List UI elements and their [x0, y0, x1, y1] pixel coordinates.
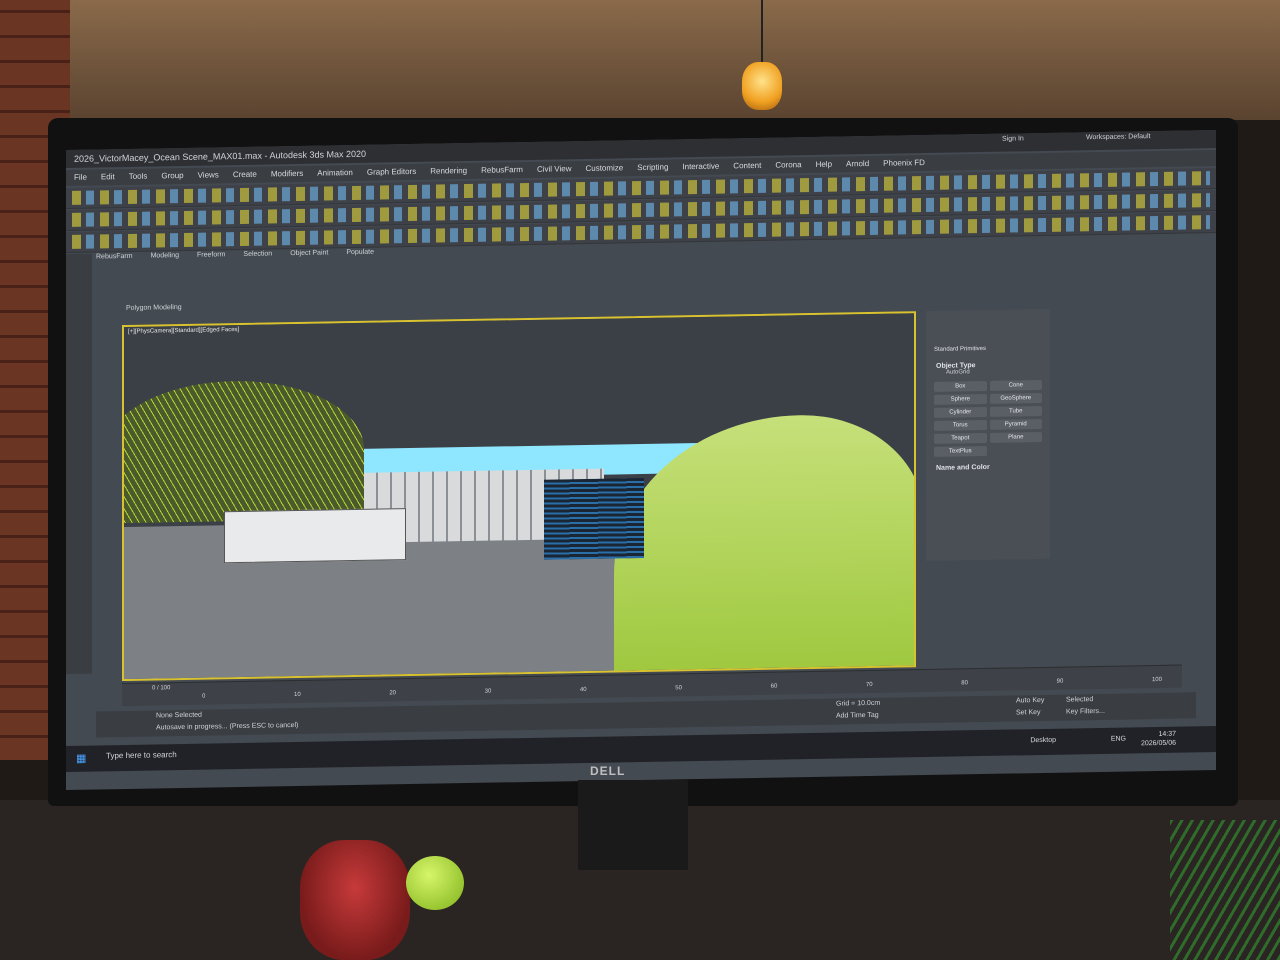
menu-create[interactable]: Create	[233, 167, 257, 183]
menu-file[interactable]: File	[74, 170, 87, 186]
primitive-buttons: Box Cone Sphere GeoSphere Cylinder Tube …	[934, 380, 1042, 457]
blue-mesh	[544, 477, 644, 560]
wireframe-hill	[122, 378, 364, 524]
windows-start-icon[interactable]: ▦	[76, 752, 86, 765]
language-indicator[interactable]: ENG	[1111, 736, 1126, 743]
tick-label: 40	[579, 686, 587, 694]
menu-scripting[interactable]: Scripting	[637, 160, 668, 177]
set-key-button[interactable]: Set Key	[1016, 709, 1041, 716]
lamp-wire	[761, 0, 763, 62]
menu-help[interactable]: Help	[816, 157, 832, 173]
menu-animation[interactable]: Animation	[317, 165, 353, 182]
add-time-tag-button[interactable]: Add Time Tag	[836, 712, 879, 720]
box-button[interactable]: Box	[934, 380, 987, 392]
menu-content[interactable]: Content	[733, 158, 761, 174]
tab-modeling[interactable]: Modeling	[151, 252, 179, 264]
autogrid-checkbox[interactable]: AutoGrid	[946, 368, 1050, 375]
system-clock[interactable]: 14:37 2026/05/06	[1141, 730, 1176, 749]
monitor-stand	[578, 780, 688, 870]
tab-object-paint[interactable]: Object Paint	[290, 249, 328, 262]
menu-rebusfarm[interactable]: RebusFarm	[481, 162, 523, 179]
menu-corona[interactable]: Corona	[775, 157, 801, 173]
tube-button[interactable]: Tube	[989, 406, 1042, 417]
left-toolbar[interactable]	[66, 253, 92, 675]
workspaces-dropdown[interactable]: Workspaces: Default	[1086, 133, 1150, 141]
menu-tools[interactable]: Tools	[129, 169, 148, 185]
cylinder-button[interactable]: Cylinder	[934, 406, 987, 418]
tick-label: 0	[202, 693, 206, 700]
key-filters-button[interactable]: Key Filters...	[1066, 708, 1105, 716]
menu-interactive[interactable]: Interactive	[682, 159, 719, 176]
photo-scene: 2026_VictorMacey_Ocean Scene_MAX01.max -…	[0, 0, 1280, 960]
tick-label: 80	[961, 680, 968, 687]
tab-rebusfarm[interactable]: RebusFarm	[96, 253, 133, 266]
tab-freeform[interactable]: Freeform	[197, 251, 225, 263]
sphere-button[interactable]: Sphere	[934, 393, 987, 405]
menu-edit[interactable]: Edit	[101, 169, 115, 185]
geosphere-button[interactable]: GeoSphere	[989, 393, 1042, 404]
desktop-toolbar[interactable]: Desktop	[1030, 737, 1056, 744]
perspective-viewport[interactable]: [+][PhysCamera][Standard][Edged Faces]	[122, 311, 916, 682]
menu-arnold[interactable]: Arnold	[846, 156, 869, 172]
sign-in-button[interactable]: Sign In	[1002, 135, 1024, 142]
menu-views[interactable]: Views	[198, 167, 219, 183]
plant-leaves	[1170, 820, 1280, 960]
house-wing	[224, 508, 406, 564]
menu-phoenix[interactable]: Phoenix FD	[883, 155, 925, 172]
tick-label: 90	[1056, 678, 1064, 685]
tick-label: 70	[865, 681, 873, 689]
frame-counter[interactable]: 0 / 100	[152, 685, 170, 691]
tick-label: 30	[484, 688, 492, 695]
tick-label: 20	[389, 690, 396, 697]
polygon-modeling-label[interactable]: Polygon Modeling	[126, 304, 182, 312]
plane-button[interactable]: Plane	[989, 432, 1042, 443]
command-panel: Standard Primitives Object Type AutoGrid…	[926, 308, 1050, 562]
pendant-lamp	[742, 62, 782, 110]
menu-civil-view[interactable]: Civil View	[537, 161, 572, 178]
tab-populate[interactable]: Populate	[346, 249, 374, 261]
taskbar-search[interactable]: Type here to search	[106, 749, 236, 765]
torus-button[interactable]: Torus	[934, 419, 987, 431]
prompt-line: Autosave in progress... (Press ESC to ca…	[156, 721, 299, 732]
tab-selection[interactable]: Selection	[243, 250, 272, 263]
thor-figurine	[300, 840, 410, 960]
textplus-button[interactable]: TextPlus	[934, 445, 987, 457]
selected-dropdown[interactable]: Selected	[1066, 696, 1093, 703]
menu-group[interactable]: Group	[161, 168, 183, 184]
pyramid-button[interactable]: Pyramid	[989, 419, 1042, 430]
green-apple	[406, 856, 464, 910]
grid-readout: Grid = 10.0cm	[836, 699, 881, 708]
auto-key-button[interactable]: Auto Key	[1016, 697, 1044, 704]
primitives-dropdown[interactable]: Standard Primitives	[934, 346, 986, 353]
tick-label: 50	[675, 685, 682, 692]
tick-label: 100	[1151, 676, 1162, 684]
menu-graph-editors[interactable]: Graph Editors	[367, 164, 416, 181]
menu-modifiers[interactable]: Modifiers	[271, 166, 303, 183]
clock-date: 2026/05/06	[1140, 739, 1176, 748]
menu-customize[interactable]: Customize	[585, 160, 623, 177]
tick-label: 10	[293, 691, 301, 699]
cone-button[interactable]: Cone	[989, 380, 1042, 391]
ceiling	[70, 0, 1280, 120]
teapot-button[interactable]: Teapot	[934, 432, 987, 444]
monitor-screen: 2026_VictorMacey_Ocean Scene_MAX01.max -…	[66, 129, 1216, 791]
selection-status: None Selected	[156, 711, 202, 720]
name-color-heading[interactable]: Name and Color	[936, 463, 1050, 472]
menu-rendering[interactable]: Rendering	[430, 163, 467, 180]
monitor-logo: DELL	[590, 764, 626, 778]
tick-label: 60	[770, 683, 778, 690]
